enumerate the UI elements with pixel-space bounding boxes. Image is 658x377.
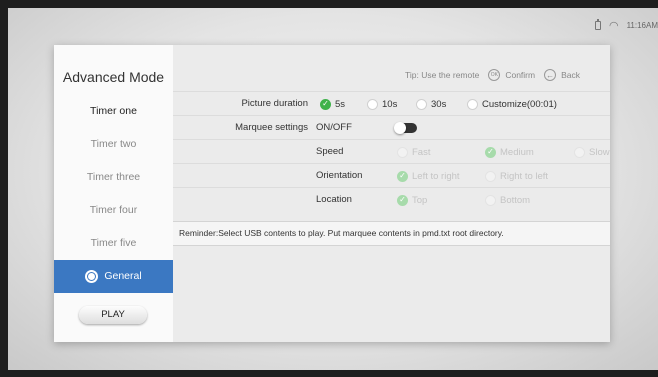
- marquee-settings-row: Marquee settings ON/OFF: [173, 115, 610, 139]
- tv-screen: ◠ 11:16AM Advanced Mode Timer one Timer …: [8, 8, 658, 370]
- play-button[interactable]: PLAY: [79, 306, 147, 324]
- radio-checked-icon: [397, 194, 408, 206]
- radio-icon: [416, 98, 427, 110]
- radio-checked-icon: [320, 98, 331, 110]
- location-option-top[interactable]: Top: [397, 188, 427, 212]
- marquee-toggle-label: ON/OFF: [316, 122, 352, 133]
- picture-duration-row: Picture duration 5s 10s 30s Customize(00…: [173, 91, 610, 115]
- duration-option-10s[interactable]: 10s: [367, 92, 397, 116]
- radio-icon: [574, 146, 585, 158]
- location-row: Location Top Bottom: [173, 187, 610, 211]
- wifi-icon: ◠: [608, 19, 619, 32]
- general-settings-panel: Tip: Use the remote OK Confirm ← Back Pi…: [173, 45, 610, 342]
- radio-icon: [485, 170, 496, 182]
- remote-tip: Tip: Use the remote OK Confirm ← Back: [405, 69, 580, 81]
- picture-duration-label: Picture duration: [241, 98, 308, 109]
- radio-icon: [485, 194, 496, 206]
- sidebar-item-timer-two[interactable]: Timer two: [54, 128, 173, 161]
- tip-text: Tip: Use the remote: [405, 70, 480, 80]
- location-option-bottom[interactable]: Bottom: [485, 188, 530, 212]
- reminder-text: Reminder:Select USB contents to play. Pu…: [173, 221, 610, 246]
- speed-label: Speed: [316, 146, 344, 157]
- radio-icon: [467, 98, 478, 110]
- speed-option-slow[interactable]: Slow: [574, 140, 610, 164]
- sidebar-item-timer-one[interactable]: Timer one: [54, 95, 173, 128]
- sidebar-item-timer-five[interactable]: Timer five: [54, 227, 173, 260]
- sidebar-title: Advanced Mode: [62, 69, 165, 85]
- location-label: Location: [316, 194, 352, 205]
- radio-checked-icon: [485, 146, 496, 158]
- sidebar-item-timer-three[interactable]: Timer three: [54, 161, 173, 194]
- sidebar-item-label: General: [104, 270, 142, 282]
- clock: 11:16AM: [626, 20, 658, 30]
- orientation-option-left-to-right[interactable]: Left to right: [397, 164, 460, 188]
- orientation-option-right-to-left[interactable]: Right to left: [485, 164, 548, 188]
- confirm-label: Confirm: [505, 70, 536, 80]
- duration-option-customize[interactable]: Customize(00:01): [467, 92, 557, 116]
- sidebar-item-general[interactable]: General: [54, 260, 173, 293]
- radio-icon: [367, 98, 378, 110]
- radio-icon: [397, 146, 408, 158]
- ok-icon: OK: [488, 69, 501, 81]
- duration-option-30s[interactable]: 30s: [416, 92, 446, 116]
- orientation-row: Orientation Left to right Right to left: [173, 163, 610, 187]
- speed-row: Speed Fast Medium Slow: [173, 139, 610, 163]
- settings-dialog: Advanced Mode Timer one Timer two Timer …: [54, 45, 610, 342]
- sidebar-item-timer-four[interactable]: Timer four: [54, 194, 173, 227]
- speed-option-fast[interactable]: Fast: [397, 140, 430, 164]
- marquee-settings-label: Marquee settings: [235, 122, 308, 133]
- back-label: Back: [561, 70, 580, 80]
- battery-icon: [594, 18, 601, 30]
- speed-option-medium[interactable]: Medium: [485, 140, 534, 164]
- orientation-label: Orientation: [316, 170, 363, 181]
- status-bar: ◠ 11:16AM: [594, 18, 658, 32]
- marquee-toggle[interactable]: [394, 122, 417, 134]
- gear-icon: [85, 270, 99, 283]
- radio-checked-icon: [397, 170, 408, 182]
- duration-option-5s[interactable]: 5s: [320, 92, 345, 116]
- back-icon: ←: [544, 69, 557, 81]
- sidebar: Advanced Mode Timer one Timer two Timer …: [54, 45, 173, 342]
